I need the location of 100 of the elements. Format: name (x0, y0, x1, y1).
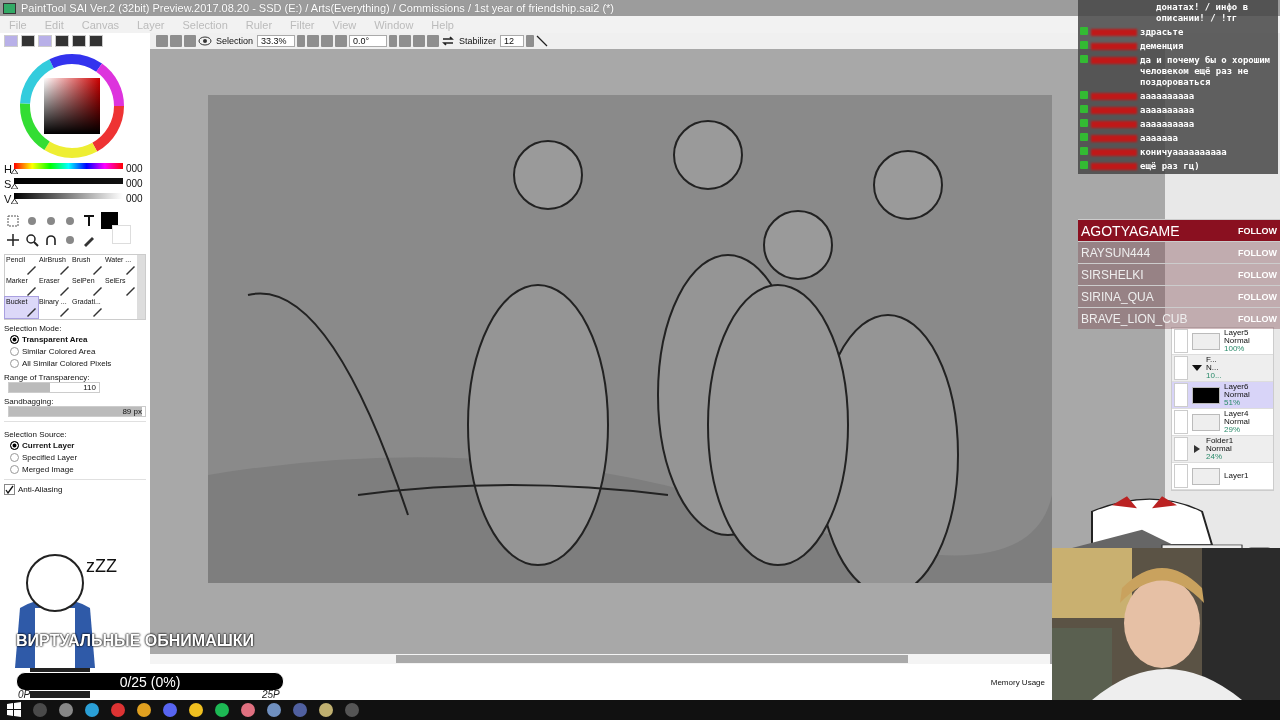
app-icon (3, 2, 16, 14)
slider-label: H (4, 162, 11, 175)
panel-tab[interactable] (21, 35, 35, 47)
app-icon[interactable] (136, 702, 152, 718)
rotate-left-button[interactable] (399, 35, 412, 47)
brush-icon (58, 284, 70, 296)
zoom-in-button[interactable] (321, 35, 334, 47)
chat-message: да и почему бы о хорошим человеком ещё раз не поздороваться (1140, 55, 1272, 88)
layer-row[interactable]: Layer6 Normal 51% (1172, 382, 1273, 409)
scrollbar-thumb[interactable] (396, 655, 908, 663)
angle-field[interactable]: 0.0° (349, 35, 388, 47)
panel-tab[interactable] (72, 35, 86, 47)
layer-row[interactable]: Folder1 Normal 24% (1172, 436, 1273, 463)
scrollbar[interactable] (137, 255, 145, 319)
scrollbar[interactable] (150, 654, 1050, 664)
zoom-out-button[interactable] (307, 35, 320, 47)
layer-thumbnail (1192, 386, 1220, 404)
range-slider[interactable]: 110 (8, 382, 100, 393)
layer-thumbnail (1192, 467, 1220, 485)
brush-icon (91, 263, 103, 275)
layer-name: Layer1 (1224, 472, 1249, 480)
layer-row[interactable]: F... N... 10... (1172, 355, 1273, 382)
follow-label: FOLLOW (1238, 291, 1277, 302)
goal-end: 25Р (262, 689, 280, 700)
redacted-username (1091, 57, 1137, 64)
expand-arrow-icon[interactable] (1192, 445, 1202, 453)
redacted-username (1091, 163, 1137, 170)
app-icon[interactable] (240, 702, 256, 718)
radio-button[interactable]: Specified Layer (4, 451, 146, 463)
slider-thumb[interactable] (11, 198, 18, 204)
dropdown-button[interactable] (297, 35, 306, 47)
rotate-right-button[interactable] (413, 35, 426, 47)
panel-tab[interactable] (89, 35, 103, 47)
brush-icon (124, 263, 136, 275)
section-label: Selection Source: (4, 430, 68, 439)
zoom-field[interactable]: 33.3% (257, 35, 296, 47)
radio-button[interactable]: Similar Colored Area (4, 345, 146, 357)
stabilizer-field[interactable]: 12 (500, 35, 525, 47)
redacted-username (1091, 135, 1137, 142)
app-icon[interactable] (318, 702, 334, 718)
app-icon[interactable] (214, 702, 230, 718)
chat-message: аааааааааа (1140, 119, 1196, 130)
layer-name: F... (1206, 356, 1218, 364)
app-icon[interactable] (188, 702, 204, 718)
app-icon[interactable] (84, 702, 100, 718)
slider-label: S (4, 177, 11, 190)
layer-row[interactable]: Layer5 Normal 100% (1172, 328, 1273, 355)
sandbagging-slider[interactable]: 89 px (8, 406, 146, 417)
layer-thumbnail (1192, 413, 1220, 431)
dropdown-button[interactable] (389, 35, 398, 47)
reset-button[interactable] (335, 35, 348, 47)
color-slider[interactable] (14, 177, 123, 190)
layer-name: Folder1 (1206, 437, 1234, 445)
chat-message: аааааааааа (1140, 105, 1196, 116)
panel-tab[interactable] (55, 35, 69, 47)
app-icon[interactable] (58, 702, 74, 718)
progress-bar: 0/25 (0%) (16, 672, 284, 691)
radio-button[interactable]: Merged Image (4, 463, 146, 475)
follower-name: AGOTYAGAME (1081, 222, 1180, 239)
chat-message: ещё раз гц) (1140, 161, 1201, 172)
eye-icon[interactable] (198, 35, 212, 47)
background-color[interactable] (112, 225, 131, 244)
layer-opacity: 24% (1206, 453, 1223, 461)
foreground-color[interactable] (101, 212, 118, 229)
color-slider[interactable] (14, 192, 123, 205)
layer-row[interactable]: Layer4 Normal 29% (1172, 409, 1273, 436)
field-label: Sandbagging: (4, 397, 55, 406)
status-text: Memory Usage (990, 677, 1045, 687)
slider-value: 000 (126, 163, 144, 174)
color-slider[interactable] (14, 162, 123, 175)
rotate-icon[interactable] (43, 232, 58, 247)
flip-icon[interactable] (441, 35, 456, 47)
app-icon[interactable] (266, 702, 282, 718)
stabilizer-label: Stabilizer (458, 36, 498, 46)
follower-name: SIRINA_QUA (1081, 289, 1154, 304)
slider-thumb[interactable] (11, 183, 18, 189)
slider-thumb[interactable] (11, 168, 18, 174)
follow-label: FOLLOW (1238, 225, 1277, 236)
line-icon[interactable] (536, 35, 549, 47)
brush-icon (91, 305, 103, 317)
chat-message: здрасьте (1140, 27, 1185, 38)
move-icon[interactable] (5, 232, 20, 247)
brush-icon (25, 305, 37, 317)
field-label: Range of Transparency: (4, 373, 91, 382)
blend-mode: Normal (1224, 337, 1250, 345)
collapse-arrow-icon[interactable] (1192, 364, 1202, 372)
text-icon[interactable] (81, 213, 96, 228)
follow-label: FOLLOW (1238, 313, 1277, 324)
redacted-username (1091, 121, 1137, 128)
layer-name: Layer5 (1224, 329, 1249, 337)
layer-row[interactable]: Layer1 (1172, 463, 1273, 490)
checkbox[interactable]: Anti-Aliasing (4, 484, 146, 495)
zoom-icon[interactable] (24, 232, 39, 247)
chat-message: ааааааа (1140, 133, 1179, 144)
radio-button[interactable]: Current Layer (4, 439, 146, 451)
radio-button[interactable]: Transparent Area (4, 333, 146, 345)
chat-message: деменция (1140, 41, 1185, 52)
start-icon[interactable] (6, 702, 22, 718)
follow-label: FOLLOW (1238, 247, 1277, 258)
radio-button[interactable]: All Similar Colored Pixels (4, 357, 146, 369)
